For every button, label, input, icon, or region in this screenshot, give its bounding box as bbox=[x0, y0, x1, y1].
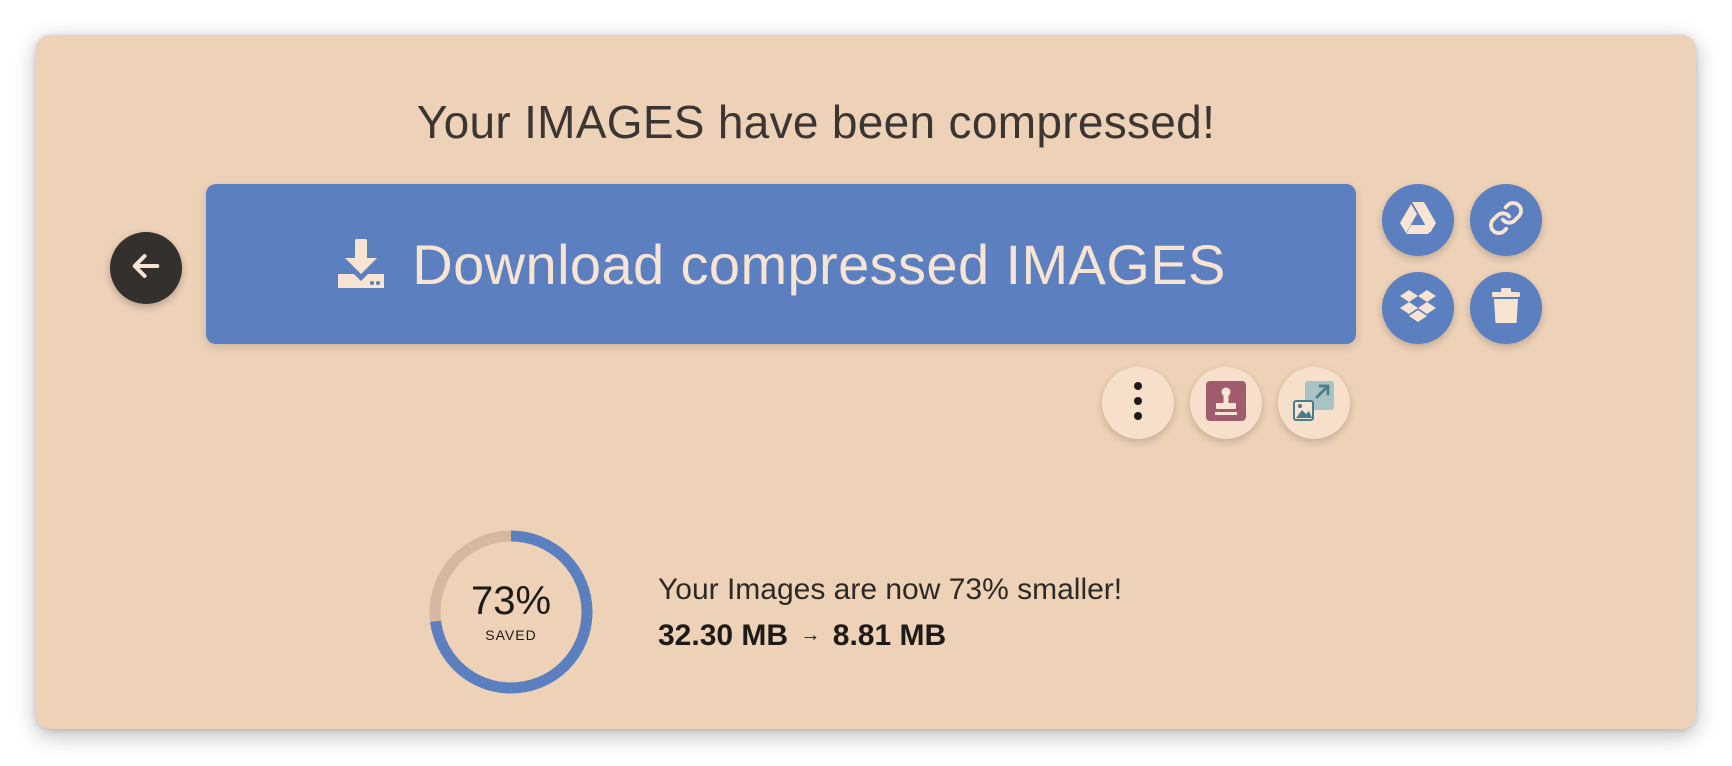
page-title: Your IMAGES have been compressed! bbox=[416, 96, 1216, 148]
back-button[interactable] bbox=[110, 232, 182, 304]
compression-stats: 73% SAVED Your Images are now 73% smalle… bbox=[426, 527, 1326, 697]
more-options-button[interactable] bbox=[1102, 367, 1174, 439]
size-arrow: → bbox=[800, 624, 821, 646]
more-vertical-icon bbox=[1133, 381, 1143, 426]
copy-link-button[interactable] bbox=[1470, 184, 1542, 256]
original-size: 32.30 MB bbox=[658, 619, 789, 652]
resize-button[interactable] bbox=[1278, 367, 1350, 439]
download-button-label: Download compressed IMAGES bbox=[412, 232, 1226, 296]
savings-ring-label: 73% SAVED bbox=[426, 527, 596, 697]
arrow-left-icon bbox=[129, 249, 163, 288]
link-icon bbox=[1487, 199, 1525, 242]
dropbox-icon bbox=[1399, 288, 1437, 329]
result-card: Your IMAGES have been compressed! Downlo… bbox=[36, 35, 1696, 729]
dropbox-button[interactable] bbox=[1382, 272, 1454, 344]
trash-icon bbox=[1491, 287, 1521, 330]
google-drive-button[interactable] bbox=[1382, 184, 1454, 256]
resize-image-icon bbox=[1293, 380, 1335, 427]
savings-percent: 73% bbox=[470, 579, 552, 623]
compressed-size: 8.81 MB bbox=[832, 619, 947, 652]
download-icon bbox=[336, 238, 386, 290]
savings-message: Your Images are now 73% smaller! bbox=[658, 573, 1123, 606]
delete-button[interactable] bbox=[1470, 272, 1542, 344]
size-comparison: 32.30 MB → 8.81 MB bbox=[658, 619, 946, 653]
google-drive-icon bbox=[1399, 201, 1437, 240]
stamp-icon bbox=[1206, 380, 1246, 426]
watermark-button[interactable] bbox=[1190, 367, 1262, 439]
saved-label: SAVED bbox=[485, 627, 537, 643]
download-button[interactable]: Download compressed IMAGES bbox=[206, 184, 1356, 344]
